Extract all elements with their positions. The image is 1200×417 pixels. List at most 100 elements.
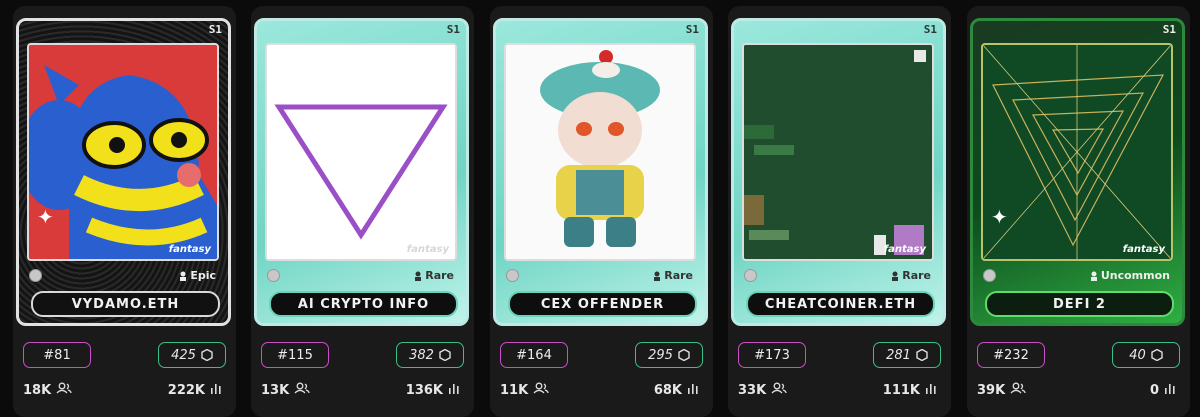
select-dot[interactable] — [744, 269, 757, 282]
card-name: CEX OFFENDER — [508, 291, 697, 317]
person-icon — [891, 271, 899, 281]
card-panel-1[interactable]: S1 ✦ fantasy Epic VYDAMO.ETH #81 425 18K… — [13, 6, 236, 417]
sparkle-icon: ✦ — [991, 205, 1008, 229]
score-badge: 295 — [635, 342, 703, 368]
holders-value: 11K — [500, 382, 529, 398]
volume-value: 68K — [653, 382, 682, 398]
card-artwork-triangle: fantasy — [265, 43, 457, 261]
rank-badge: #81 — [23, 342, 91, 368]
card-artwork-pepe: ✦ fantasy — [27, 43, 219, 261]
rank-badge: #232 — [977, 342, 1045, 368]
season-badge: S1 — [1162, 23, 1176, 36]
score-badge: 281 — [873, 342, 941, 368]
card-grid: S1 ✦ fantasy Epic VYDAMO.ETH #81 425 18K… — [0, 0, 1200, 417]
holders-stat: 11K — [500, 382, 549, 398]
card-artwork-geometric: ✦ fantasy — [981, 43, 1173, 261]
score-badge: 382 — [396, 342, 464, 368]
hexagon-icon — [916, 348, 928, 362]
hexagon-icon — [201, 348, 213, 362]
bar-chart-icon — [448, 382, 460, 398]
person-icon — [1090, 271, 1098, 281]
users-icon — [294, 382, 310, 398]
card-artwork-pixel-green: fantasy — [742, 43, 934, 261]
nft-card[interactable]: S1 fantasy Rare AI CRYPTO INFO — [254, 18, 469, 326]
card-panel-3[interactable]: S1 Rare CEX OFFENDER #164 295 11K 68K — [490, 6, 713, 417]
artwork-watermark: fantasy — [883, 244, 926, 255]
rank-badge: #173 — [738, 342, 806, 368]
bar-chart-icon — [687, 382, 699, 398]
hexagon-icon — [678, 348, 690, 362]
select-dot[interactable] — [506, 269, 519, 282]
card-name: CHEATCOINER.ETH — [746, 291, 935, 317]
rarity-label: Rare — [891, 269, 931, 282]
card-name: VYDAMO.ETH — [31, 291, 220, 317]
score-value: 281 — [886, 347, 911, 363]
card-artwork-figurine — [504, 43, 696, 261]
volume-value: 136K — [405, 382, 443, 398]
season-badge: S1 — [923, 23, 937, 36]
holders-stat: 39K — [977, 382, 1026, 398]
volume-stat: 0 — [1150, 382, 1176, 398]
rank-badge: #164 — [500, 342, 568, 368]
rarity-label: Rare — [414, 269, 454, 282]
person-icon — [179, 271, 187, 281]
volume-value: 222K — [167, 382, 205, 398]
holders-value: 39K — [977, 382, 1006, 398]
holders-stat: 33K — [738, 382, 787, 398]
nft-card[interactable]: S1 Rare CEX OFFENDER — [493, 18, 708, 326]
season-badge: S1 — [685, 23, 699, 36]
card-name: AI CRYPTO INFO — [269, 291, 458, 317]
rank-badge: #115 — [261, 342, 329, 368]
artwork-watermark: fantasy — [168, 244, 211, 255]
rarity-label: Epic — [179, 269, 216, 282]
season-badge: S1 — [446, 23, 460, 36]
select-dot[interactable] — [983, 269, 996, 282]
score-value: 382 — [409, 347, 434, 363]
hexagon-icon — [1151, 348, 1163, 362]
score-value: 425 — [171, 347, 196, 363]
volume-stat: 68K — [654, 382, 699, 398]
bar-chart-icon — [925, 382, 937, 398]
score-badge: 40 — [1112, 342, 1180, 368]
holders-value: 33K — [738, 382, 767, 398]
rarity-text: Rare — [425, 269, 454, 282]
season-badge: S1 — [208, 23, 222, 36]
rarity-text: Epic — [190, 269, 216, 282]
artwork-watermark: fantasy — [1122, 244, 1165, 255]
users-icon — [1010, 382, 1026, 398]
volume-stat: 111K — [883, 382, 937, 398]
users-icon — [56, 382, 72, 398]
holders-value: 13K — [261, 382, 290, 398]
card-panel-5[interactable]: S1 ✦ fantasy Uncommon DEFI 2 #232 40 39K… — [967, 6, 1190, 417]
rarity-text: Uncommon — [1100, 269, 1170, 282]
rarity-label: Uncommon — [1090, 269, 1170, 282]
score-value: 40 — [1129, 347, 1146, 363]
holders-value: 18K — [23, 382, 52, 398]
artwork-watermark: fantasy — [406, 244, 449, 255]
score-value: 295 — [648, 347, 673, 363]
nft-card[interactable]: S1 ✦ fantasy — [970, 18, 1185, 326]
sparkle-icon: ✦ — [37, 205, 54, 229]
select-dot[interactable] — [267, 269, 280, 282]
users-icon — [533, 382, 549, 398]
volume-value: 111K — [882, 382, 920, 398]
hexagon-icon — [439, 348, 451, 362]
person-icon — [653, 271, 661, 281]
volume-stat: 222K — [168, 382, 222, 398]
card-panel-2[interactable]: S1 fantasy Rare AI CRYPTO INFO #115 382 — [251, 6, 474, 417]
card-panel-4[interactable]: S1 fantasy Rare CHEATCOINER.ETH #173 281… — [728, 6, 951, 417]
nft-card[interactable]: S1 ✦ fantasy — [16, 18, 231, 326]
bar-chart-icon — [210, 382, 222, 398]
users-icon — [771, 382, 787, 398]
rarity-text: Rare — [664, 269, 693, 282]
card-name: DEFI 2 — [985, 291, 1174, 317]
select-dot[interactable] — [29, 269, 42, 282]
person-icon — [414, 271, 422, 281]
bar-chart-icon — [1164, 382, 1176, 398]
score-badge: 425 — [158, 342, 226, 368]
rarity-text: Rare — [902, 269, 931, 282]
nft-card[interactable]: S1 fantasy Rare CHEATCOINER.ETH — [731, 18, 946, 326]
holders-stat: 13K — [261, 382, 310, 398]
volume-value: 0 — [1149, 382, 1159, 398]
holders-stat: 18K — [23, 382, 72, 398]
